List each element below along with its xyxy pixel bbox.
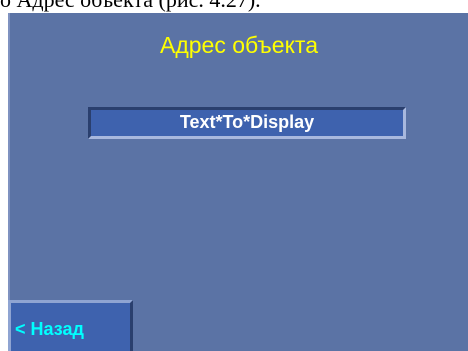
back-button[interactable]: < Назад [8,300,133,351]
screen-title: Адрес объекта [160,32,318,58]
object-address-field: Text*To*Display [88,107,406,139]
device-screen: Адрес объекта Text*To*Display < Назад [8,13,468,351]
caption-text: о Адрес объекта (рис. 4.27). [0,0,261,12]
document-caption: о Адрес объекта (рис. 4.27). [0,0,468,13]
